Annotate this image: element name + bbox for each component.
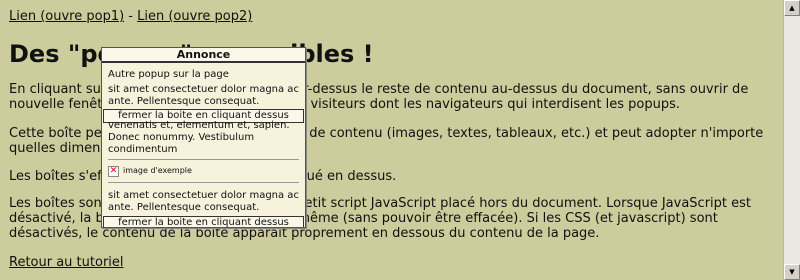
popup-image: ✕ image d'exemple xyxy=(102,163,305,179)
popup-link-1[interactable]: Lien (ouvre pop1) xyxy=(9,9,124,24)
popup-overlap-text: venenatis et, elementum et, sapien. Done… xyxy=(108,120,290,155)
popup-links: Lien (ouvre pop1) - Lien (ouvre pop2) xyxy=(9,9,252,24)
popup-image-label: image d'exemple xyxy=(123,166,192,175)
close-popup-button-bottom[interactable]: fermer la boite en cliquant dessus xyxy=(103,216,304,227)
popup-text-2: sit amet consectetuer dolor magna ac ant… xyxy=(108,190,299,213)
vertical-scrollbar[interactable]: ▲ ▼ xyxy=(783,0,800,280)
popup-divider-2 xyxy=(108,182,299,183)
popup-intro-line: Autre popup sur la page xyxy=(108,69,229,80)
popup-box: Annonce Autre popup sur la page sit amet… xyxy=(101,47,306,228)
scroll-down-icon[interactable]: ▼ xyxy=(784,264,800,280)
scroll-up-icon[interactable]: ▲ xyxy=(784,0,800,16)
popup-link-2[interactable]: Lien (ouvre pop2) xyxy=(137,9,252,24)
back-link-wrapper: Retour au tutoriel xyxy=(9,255,124,270)
popup-title: Annonce xyxy=(102,48,305,63)
popup-text-1: sit amet consectetuer dolor magna ac ant… xyxy=(108,84,299,107)
popup-intro: Autre popup sur la page sit amet consect… xyxy=(102,63,305,108)
back-to-tutorial-link[interactable]: Retour au tutoriel xyxy=(9,255,124,270)
link-separator: - xyxy=(124,9,138,24)
broken-image-icon: ✕ xyxy=(108,165,119,177)
popup-divider xyxy=(108,159,299,160)
